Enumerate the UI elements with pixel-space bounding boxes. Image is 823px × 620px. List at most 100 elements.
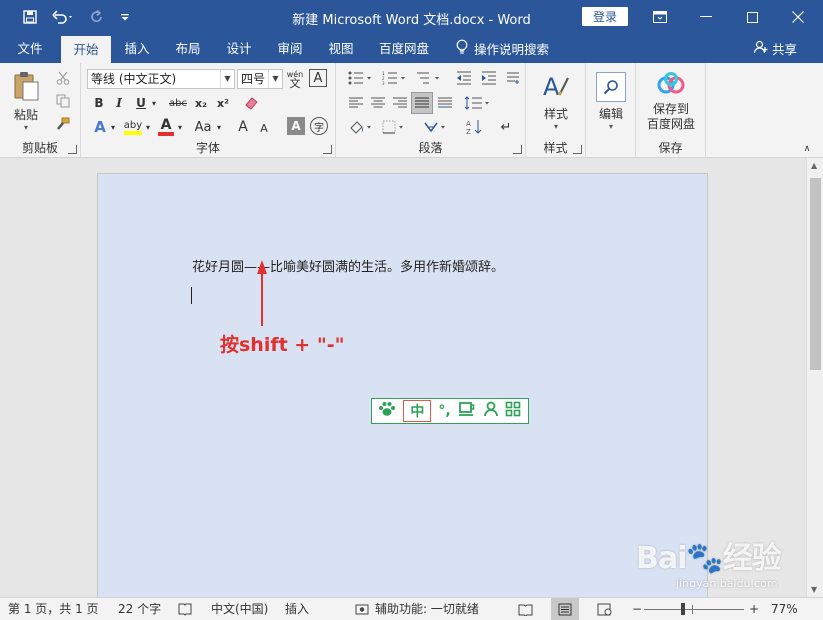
undo-icon[interactable]	[48, 0, 78, 34]
web-layout-icon[interactable]	[597, 598, 612, 620]
zoom-slider-thumb[interactable]	[681, 603, 685, 615]
scroll-up-icon[interactable]: ▲	[811, 161, 817, 170]
chinese-layout-icon[interactable]	[504, 69, 522, 87]
styles-dialog-launcher[interactable]	[573, 145, 582, 154]
font-color-button[interactable]: A	[156, 116, 176, 138]
tab-baidu-netdisk[interactable]: 百度网盘	[372, 34, 436, 63]
multilevel-list-icon[interactable]	[414, 69, 442, 87]
chevron-down-icon[interactable]: ▾	[176, 117, 184, 137]
borders-icon[interactable]	[380, 117, 410, 137]
subscript-button[interactable]: x₂	[192, 94, 210, 112]
tab-layout[interactable]: 布局	[166, 34, 210, 63]
paw-icon[interactable]	[378, 401, 396, 421]
punctuation-icon[interactable]: °,	[438, 403, 450, 419]
format-painter-icon[interactable]	[54, 115, 72, 133]
shrink-font-button[interactable]: A	[257, 119, 271, 137]
read-mode-icon[interactable]	[518, 598, 533, 620]
ribbon-display-options-icon[interactable]	[637, 0, 683, 34]
customize-qat-icon[interactable]	[112, 0, 138, 34]
align-left-icon[interactable]	[346, 93, 366, 113]
redo-icon[interactable]	[84, 0, 110, 34]
tab-design[interactable]: 设计	[217, 34, 261, 63]
font-size-combo[interactable]: 四号 ▼	[237, 69, 283, 89]
character-shading-button[interactable]: A	[287, 117, 305, 135]
tab-home[interactable]: 开始	[61, 36, 111, 63]
zoom-level[interactable]: 77%	[771, 598, 798, 620]
highlight-color-button[interactable]: aby	[121, 116, 145, 138]
tab-view[interactable]: 视图	[319, 34, 363, 63]
eraser-icon[interactable]	[241, 93, 261, 113]
bullets-icon[interactable]	[346, 69, 374, 87]
chevron-down-icon[interactable]: ▾	[215, 117, 223, 137]
change-case-button[interactable]: Aa	[191, 117, 215, 137]
asian-typography-icon[interactable]	[422, 117, 452, 137]
bold-button[interactable]: B	[91, 94, 107, 112]
italic-button[interactable]: I	[111, 94, 127, 112]
share-button[interactable]: 共享	[753, 34, 797, 63]
close-icon[interactable]	[775, 0, 821, 34]
paragraph-dialog-launcher[interactable]	[513, 145, 522, 154]
font-name-combo[interactable]: 等线 (中文正文) ▼	[87, 69, 235, 89]
editing-button[interactable]: 编辑 ▾	[592, 68, 630, 134]
vertical-scrollbar[interactable]: ▲ ▼	[806, 158, 823, 597]
decrease-indent-icon[interactable]	[454, 69, 474, 87]
chevron-down-icon[interactable]: ▾	[149, 94, 159, 112]
scroll-thumb[interactable]	[810, 178, 821, 370]
maximize-icon[interactable]	[729, 0, 775, 34]
cut-icon[interactable]	[54, 69, 72, 87]
insert-mode[interactable]: 插入	[285, 598, 309, 620]
save-to-baidu-button[interactable]: 保存到 百度网盘	[640, 69, 702, 135]
macro-record-icon[interactable]	[355, 598, 369, 620]
collapse-ribbon-icon[interactable]: ∧	[800, 143, 814, 155]
language-indicator[interactable]: 中文(中国)	[211, 598, 268, 620]
scroll-down-icon[interactable]: ▼	[811, 585, 817, 594]
page-count[interactable]: 第 1 页，共 1 页	[8, 598, 99, 620]
styles-button[interactable]: A 样式 ▾	[534, 69, 578, 133]
copy-icon[interactable]	[54, 92, 72, 110]
font-dialog-launcher[interactable]	[323, 145, 332, 154]
show-marks-icon[interactable]: ↵	[496, 117, 516, 137]
shading-icon[interactable]	[346, 117, 376, 137]
print-layout-icon[interactable]	[551, 598, 579, 620]
tab-file[interactable]: 文件	[6, 34, 54, 63]
grow-font-button[interactable]: A	[235, 117, 251, 137]
login-button[interactable]: 登录	[582, 7, 628, 26]
proofing-icon[interactable]	[178, 598, 192, 620]
document-page[interactable]: 花好月圆——比喻美好圆满的生活。多用作新婚颂辞。 按shift + "-" 中 …	[97, 173, 708, 597]
paste-button[interactable]: 粘贴 ▾	[8, 69, 44, 133]
superscript-button[interactable]: x²	[214, 94, 232, 112]
accessibility-status[interactable]: 辅助功能: 一切就绪	[375, 598, 479, 620]
ime-mode-toggle[interactable]: 中	[403, 400, 432, 422]
align-center-icon[interactable]	[368, 93, 388, 113]
zoom-out-button[interactable]: −	[632, 598, 642, 620]
document-text-line[interactable]: 花好月圆——比喻美好圆满的生活。多用作新婚颂辞。	[192, 256, 504, 275]
zoom-in-button[interactable]: +	[749, 598, 759, 620]
chevron-down-icon[interactable]: ▾	[109, 117, 117, 137]
clear-formatting-button[interactable]: A	[309, 69, 327, 87]
tab-insert[interactable]: 插入	[115, 34, 159, 63]
text-effects-button[interactable]: A	[91, 117, 109, 137]
phonetic-guide-button[interactable]: wén 文	[286, 69, 304, 89]
minimize-icon[interactable]	[683, 0, 729, 34]
strikethrough-button[interactable]: abc	[167, 94, 189, 112]
chevron-down-icon[interactable]: ▾	[144, 117, 152, 137]
tab-review[interactable]: 审阅	[268, 34, 312, 63]
cup-icon[interactable]	[458, 401, 476, 421]
sort-icon[interactable]: AZ	[464, 117, 484, 137]
distributed-icon[interactable]	[435, 93, 455, 113]
user-icon[interactable]	[483, 401, 499, 421]
grid-icon[interactable]	[505, 401, 521, 421]
increase-indent-icon[interactable]	[479, 69, 499, 87]
justify-icon[interactable]	[411, 92, 433, 114]
clipboard-dialog-launcher[interactable]	[68, 145, 77, 154]
zoom-slider[interactable]	[644, 598, 744, 620]
align-right-icon[interactable]	[390, 93, 410, 113]
numbering-icon[interactable]: 123	[380, 69, 408, 87]
underline-button[interactable]: U	[133, 94, 149, 112]
tell-me-search[interactable]: 操作说明搜索	[456, 34, 549, 63]
enclose-characters-button[interactable]: 字	[310, 117, 328, 135]
word-count[interactable]: 22 个字	[118, 598, 161, 620]
line-spacing-icon[interactable]	[462, 93, 492, 113]
save-icon[interactable]	[17, 0, 43, 34]
ime-toolbar[interactable]: 中 °,	[371, 398, 529, 424]
